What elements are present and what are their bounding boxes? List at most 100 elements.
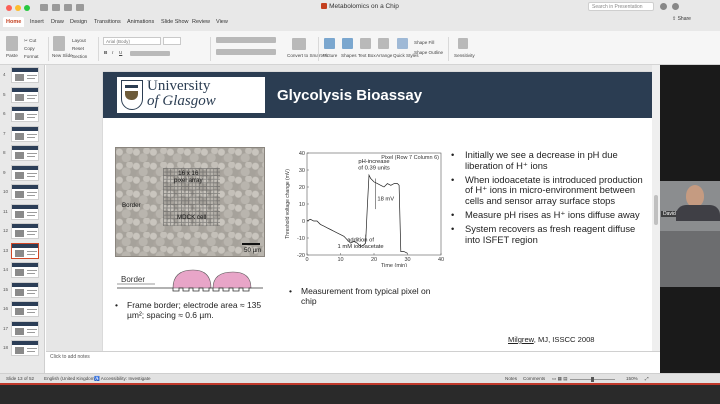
- view-buttons[interactable]: ▭ ▦ ▤: [552, 376, 568, 382]
- slide-workspace: University of Glasgow Glycolysis Bioassa…: [46, 65, 660, 351]
- italic-button[interactable]: I: [112, 50, 113, 55]
- slide-thumbnail[interactable]: [11, 184, 39, 200]
- home-icon[interactable]: [40, 4, 48, 11]
- undo-icon[interactable]: [64, 4, 72, 11]
- y-tick-label: 0: [302, 219, 305, 225]
- tab-animations[interactable]: Animations: [124, 17, 157, 27]
- underline-button[interactable]: U: [119, 50, 122, 55]
- sensitivity-icon[interactable]: [458, 38, 468, 49]
- section-button[interactable]: Section: [72, 54, 87, 59]
- thumbnail-number: 17: [3, 325, 9, 331]
- slide-title: Glycolysis Bioassay: [277, 87, 423, 104]
- sensitivity-label[interactable]: Sensitivity: [454, 53, 475, 58]
- y-tick-label: 40: [299, 151, 305, 157]
- shapes-icon[interactable]: [342, 38, 353, 49]
- tab-view[interactable]: View: [213, 17, 231, 27]
- tab-insert[interactable]: Insert: [27, 17, 47, 27]
- text-box-icon[interactable]: [360, 38, 371, 49]
- right-bullet-list: • Initially we see a decrease in pH due l…: [451, 149, 651, 248]
- slide-thumbnail[interactable]: [11, 106, 39, 122]
- paste-icon[interactable]: [6, 36, 18, 51]
- paragraph-controls-icon[interactable]: [216, 37, 276, 43]
- slide-thumbnail[interactable]: [11, 86, 39, 103]
- layout-button[interactable]: Layout: [72, 38, 86, 43]
- university-name-line1: University: [147, 78, 211, 94]
- slide-thumbnail[interactable]: [11, 281, 39, 298]
- shapes-label[interactable]: Shapes: [341, 53, 357, 58]
- arrange-label[interactable]: Arrange: [376, 53, 392, 58]
- picture-icon[interactable]: [324, 38, 335, 49]
- slide-thumbnail[interactable]: [11, 340, 39, 356]
- accessibility-status[interactable]: ♿ Accessibility: Investigate: [94, 376, 151, 382]
- bold-button[interactable]: B: [104, 50, 107, 55]
- new-slide-icon[interactable]: [53, 36, 65, 51]
- tab-home[interactable]: Home: [3, 17, 25, 27]
- convert-smartart-label[interactable]: Convert to SmartArt: [287, 53, 328, 58]
- save-icon[interactable]: [52, 4, 60, 11]
- share-button[interactable]: ⇪ Share: [672, 16, 691, 22]
- document-title: Metabolomics on a Chip: [290, 3, 430, 10]
- slide-thumbnail[interactable]: [11, 164, 39, 181]
- close-window-button[interactable]: [6, 5, 12, 11]
- threshold-voltage-chart: 0 10 20 30 40-20-10010203040Pixel (Row 7 Col…: [285, 151, 444, 267]
- annotation-delta: 18 mV: [377, 197, 394, 203]
- annotation-addition: 1 mM iodoacetate: [338, 244, 384, 250]
- reset-button[interactable]: Reset: [72, 46, 84, 51]
- tab-design[interactable]: Design: [67, 17, 90, 27]
- picture-label[interactable]: Picture: [323, 53, 337, 58]
- text-box-label[interactable]: Text Box: [358, 53, 376, 58]
- notes-toggle[interactable]: Notes: [505, 376, 517, 381]
- tab-slide-show[interactable]: Slide Show: [158, 17, 192, 27]
- zoom-level[interactable]: 150%: [626, 376, 638, 381]
- font-format-group-icon[interactable]: [130, 51, 170, 56]
- smartart-icon[interactable]: [292, 38, 306, 50]
- font-size-select[interactable]: [163, 37, 181, 45]
- slide-thumbnail[interactable]: [11, 145, 39, 161]
- scrollbar-thumb[interactable]: [654, 195, 658, 225]
- slide-thumbnail[interactable]: [11, 125, 39, 142]
- university-name-line2: of Glasgow: [147, 93, 216, 109]
- tab-transitions[interactable]: Transitions: [91, 17, 124, 27]
- slide-thumbnail[interactable]: [11, 262, 39, 278]
- cell-label: MDCK cell: [177, 214, 207, 221]
- shape-fill-button[interactable]: Shape Fill: [414, 40, 434, 45]
- font-name-select[interactable]: Arial (Body): [103, 37, 161, 45]
- x-tick-label: 40: [438, 257, 444, 263]
- slide-thumbnail[interactable]: [11, 223, 39, 239]
- fit-to-window-icon[interactable]: ⤢: [645, 376, 649, 381]
- zoom-window-button[interactable]: [24, 5, 30, 11]
- tab-review[interactable]: Review: [189, 17, 213, 27]
- copy-button[interactable]: Copy: [24, 46, 35, 51]
- quick-styles-icon[interactable]: [397, 38, 408, 49]
- paste-label[interactable]: Paste: [6, 53, 18, 58]
- scale-bar: [242, 243, 260, 245]
- smiley-icon[interactable]: [660, 3, 667, 10]
- alignment-controls-icon[interactable]: [216, 49, 276, 55]
- comments-toggle[interactable]: Comments: [523, 376, 545, 381]
- minimize-window-button[interactable]: [15, 5, 21, 11]
- redo-icon[interactable]: [76, 4, 84, 11]
- notes-pane[interactable]: Click to add notes: [46, 351, 660, 366]
- thumbnail-number: 9: [3, 169, 6, 175]
- arrange-icon[interactable]: [378, 38, 389, 49]
- annotation-addition: addition of: [347, 237, 374, 243]
- tab-draw[interactable]: Draw: [48, 17, 67, 27]
- zoom-slider-knob[interactable]: [591, 377, 594, 382]
- new-slide-label[interactable]: New Slide: [52, 53, 73, 58]
- slide-thumbnail[interactable]: [11, 67, 39, 83]
- slide-thumbnail[interactable]: [11, 301, 39, 317]
- cut-button[interactable]: ✂ Cut: [24, 38, 36, 44]
- y-axis-label: Threshold voltage change (mV): [285, 169, 291, 239]
- vertical-scrollbar[interactable]: [652, 65, 660, 351]
- x-tick-label: 20: [371, 257, 377, 263]
- slide-thumbnail[interactable]: [11, 320, 39, 337]
- shape-outline-button[interactable]: Shape Outline: [414, 50, 443, 55]
- slide-thumbnail[interactable]: [11, 242, 39, 259]
- search-input[interactable]: Search in Presentation: [588, 2, 654, 11]
- current-slide[interactable]: University of Glasgow Glycolysis Bioassa…: [103, 72, 656, 351]
- slide-thumbnail-panel[interactable]: 4 5 6 7 8 9 10 11 12 13 14 15 16 17 18: [0, 65, 45, 373]
- format-painter-button[interactable]: Format: [24, 54, 39, 59]
- slide-thumbnail[interactable]: [11, 203, 39, 220]
- language-indicator[interactable]: English (United Kingdom): [44, 376, 96, 381]
- user-avatar[interactable]: [672, 3, 679, 10]
